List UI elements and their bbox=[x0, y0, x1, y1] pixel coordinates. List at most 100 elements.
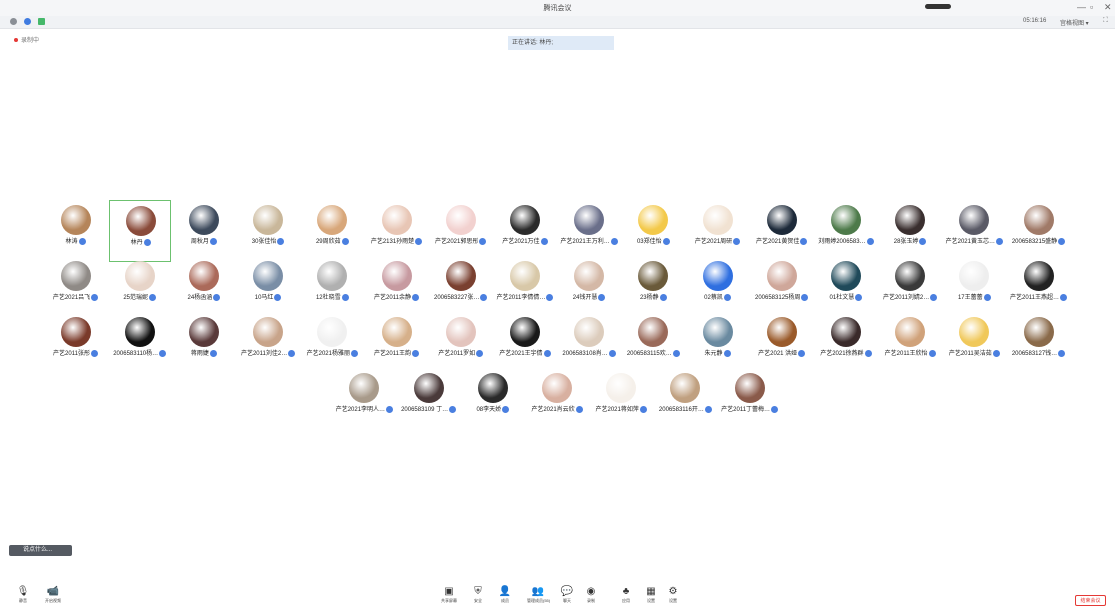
participant-name-text: 03郑佳怡 bbox=[636, 239, 662, 245]
members-icon: 👤 bbox=[498, 586, 512, 597]
participant-tile[interactable]: 产艺2011张彤 bbox=[45, 312, 107, 374]
participant-name-text: 朱元静 bbox=[704, 351, 723, 357]
apps-button[interactable]: ♣ 应用 bbox=[615, 586, 637, 604]
participant-tile[interactable]: 刘雨婷2006583… bbox=[815, 200, 877, 262]
participant-tile[interactable]: 产艺2021周研 bbox=[687, 200, 749, 262]
chat-button[interactable]: 💬 聊天 bbox=[556, 586, 578, 604]
participant-tile[interactable]: 12杜晓雪 bbox=[301, 256, 363, 318]
participant-tile[interactable]: 产艺2011李倩倩… bbox=[494, 256, 556, 318]
participant-tile[interactable]: 产艺2021郭思彤 bbox=[430, 200, 492, 262]
participant-tile[interactable]: 产艺2131孙雨楚 bbox=[366, 200, 428, 262]
participant-tile[interactable]: 03郑佳怡 bbox=[622, 200, 684, 262]
participant-name-text: 林丹 bbox=[130, 240, 143, 246]
participant-tile[interactable]: 2006583125杨周 bbox=[751, 256, 813, 318]
participant-tile[interactable]: 产艺2011罗如 bbox=[430, 312, 492, 374]
fullscreen-icon[interactable]: ⛶ bbox=[1103, 17, 1108, 25]
participant-tile[interactable]: 产艺2011刘佳2… bbox=[237, 312, 299, 374]
info-icon[interactable] bbox=[10, 18, 17, 25]
avatar bbox=[574, 205, 605, 235]
participant-tile[interactable]: 01杜文慧 bbox=[815, 256, 877, 318]
chat-label: 聊天 bbox=[563, 598, 571, 603]
participant-tile[interactable]: 产艺2021黄玉芯… bbox=[943, 200, 1005, 262]
participant-tile[interactable]: 产艺2021蒋如萍 bbox=[590, 368, 652, 430]
avatar bbox=[702, 205, 733, 235]
grid-button[interactable]: ▦ 设置 bbox=[640, 586, 662, 604]
participant-tile[interactable]: 林涛 bbox=[45, 200, 107, 262]
participant-name: 产艺2011王燕超… bbox=[988, 292, 1090, 301]
participant-tile[interactable]: 产艺2021王宇倩 bbox=[494, 312, 556, 374]
settings-button[interactable]: ⚙ 设置 bbox=[662, 586, 684, 604]
avatar bbox=[445, 261, 476, 291]
members-label: 成员 bbox=[501, 598, 509, 603]
mic-status-icon bbox=[1058, 237, 1066, 245]
close-icon[interactable]: ✕ bbox=[1104, 2, 1112, 13]
participant-tile[interactable]: 2006583115欢… bbox=[622, 312, 684, 374]
avatar bbox=[124, 261, 155, 291]
participant-tile[interactable]: 产艺2011吴洁茹 bbox=[943, 312, 1005, 374]
participant-tile[interactable]: 24杨函涵 bbox=[173, 256, 235, 318]
participant-tile[interactable]: 产艺2011王欣怡 bbox=[879, 312, 941, 374]
participant-tile[interactable]: 产艺2021杨雅丽 bbox=[301, 312, 363, 374]
participant-tile[interactable]: 2006583108肖… bbox=[558, 312, 620, 374]
participant-name: 2006583127钱… bbox=[988, 348, 1090, 357]
participant-tile[interactable]: 30张佳怡 bbox=[237, 200, 299, 262]
avatar bbox=[638, 261, 669, 291]
video-label: 开启视频 bbox=[45, 598, 61, 603]
participant-tile[interactable]: 产艺2021肖云欣 bbox=[526, 368, 588, 430]
avatar bbox=[702, 317, 733, 347]
manage-members-button[interactable]: 👥 管理成员(55) bbox=[527, 586, 550, 604]
mic-status-icon bbox=[209, 237, 217, 245]
share-screen-button[interactable]: ▣ 共享屏幕 bbox=[438, 586, 460, 604]
participant-name-text: 17王蕾蕾 bbox=[957, 295, 983, 301]
participant-tile[interactable]: 10马红 bbox=[237, 256, 299, 318]
minimize-icon[interactable]: — bbox=[1077, 2, 1086, 12]
participant-tile[interactable]: 周秋月 bbox=[173, 200, 235, 262]
participant-tile[interactable]: 2006583215盛静 bbox=[1008, 200, 1070, 262]
participant-tile[interactable]: 08李天娇 bbox=[462, 368, 524, 430]
security-icon: ⛨ bbox=[474, 586, 482, 597]
participant-tile[interactable]: 25范瑞妮 bbox=[109, 256, 171, 318]
record-button[interactable]: ◉ 录制 bbox=[580, 586, 602, 604]
participant-tile[interactable]: 28张玉婷 bbox=[879, 200, 941, 262]
participant-tile[interactable]: 2006583110杨… bbox=[109, 312, 171, 374]
video-button[interactable]: 📹 开启视频 bbox=[42, 586, 64, 604]
participant-tile[interactable]: 产艺2021徐燕群 bbox=[815, 312, 877, 374]
participant-tile[interactable]: 24钱开慧 bbox=[558, 256, 620, 318]
avatar bbox=[381, 205, 412, 235]
participant-tile[interactable]: 产艺2021 洪娅 bbox=[751, 312, 813, 374]
participant-tile[interactable]: 产艺2011丁蕾梅… bbox=[719, 368, 781, 430]
participant-tile[interactable]: 朱元静 bbox=[687, 312, 749, 374]
participant-tile[interactable]: 产艺2021吕飞 bbox=[45, 256, 107, 318]
mute-button[interactable]: 🎙 静音 bbox=[12, 586, 34, 604]
participant-tile[interactable]: 蒋雨婕 bbox=[173, 312, 235, 374]
members-button[interactable]: 👤 成员 bbox=[494, 586, 516, 604]
participant-tile[interactable]: 2006583109 丁… bbox=[398, 368, 460, 430]
participant-tile[interactable]: 产艺2021黄贺佳 bbox=[751, 200, 813, 262]
participant-name-text: 产艺2011余静 bbox=[374, 295, 411, 301]
participant-tile[interactable]: 产艺2011刘婧2… bbox=[879, 256, 941, 318]
participant-tile[interactable]: 23杨静 bbox=[622, 256, 684, 318]
participant-tile[interactable]: 产艺2011王燕超… bbox=[1008, 256, 1070, 318]
participant-tile[interactable]: 2006583227张… bbox=[430, 256, 492, 318]
participant-tile[interactable]: 2006583116开… bbox=[654, 368, 716, 430]
participant-tile[interactable]: 产艺2021万佳 bbox=[494, 200, 556, 262]
chat-input-label: 说点什么... bbox=[23, 547, 53, 553]
participant-tile[interactable]: 林丹 bbox=[108, 200, 171, 262]
participant-tile[interactable]: 29周欣茹 bbox=[301, 200, 363, 262]
drag-handle[interactable] bbox=[925, 4, 951, 9]
view-switch-button[interactable]: 宫格视图 ▾ bbox=[1060, 18, 1089, 27]
participant-tile[interactable]: 17王蕾蕾 bbox=[943, 256, 1005, 318]
security-button[interactable]: ⛨ 安全 bbox=[467, 586, 489, 604]
participant-name-text: 产艺2021王宇倩 bbox=[499, 351, 543, 357]
chat-input[interactable]: 说点什么... bbox=[9, 545, 72, 556]
participant-tile[interactable]: 产艺2021李明人… bbox=[333, 368, 395, 430]
participant-tile[interactable]: 产艺2021王万利… bbox=[558, 200, 620, 262]
avatar bbox=[188, 261, 219, 291]
shield-icon[interactable] bbox=[24, 18, 31, 25]
participant-tile[interactable]: 产艺2011余静 bbox=[366, 256, 428, 318]
participant-tile[interactable]: 产艺2011王韵 bbox=[366, 312, 428, 374]
participant-tile[interactable]: 02蔡凯 bbox=[687, 256, 749, 318]
end-meeting-button[interactable]: 结束会议 bbox=[1075, 595, 1106, 606]
maximize-icon[interactable]: ▫ bbox=[1090, 2, 1093, 12]
participant-tile[interactable]: 2006583127钱… bbox=[1008, 312, 1070, 374]
